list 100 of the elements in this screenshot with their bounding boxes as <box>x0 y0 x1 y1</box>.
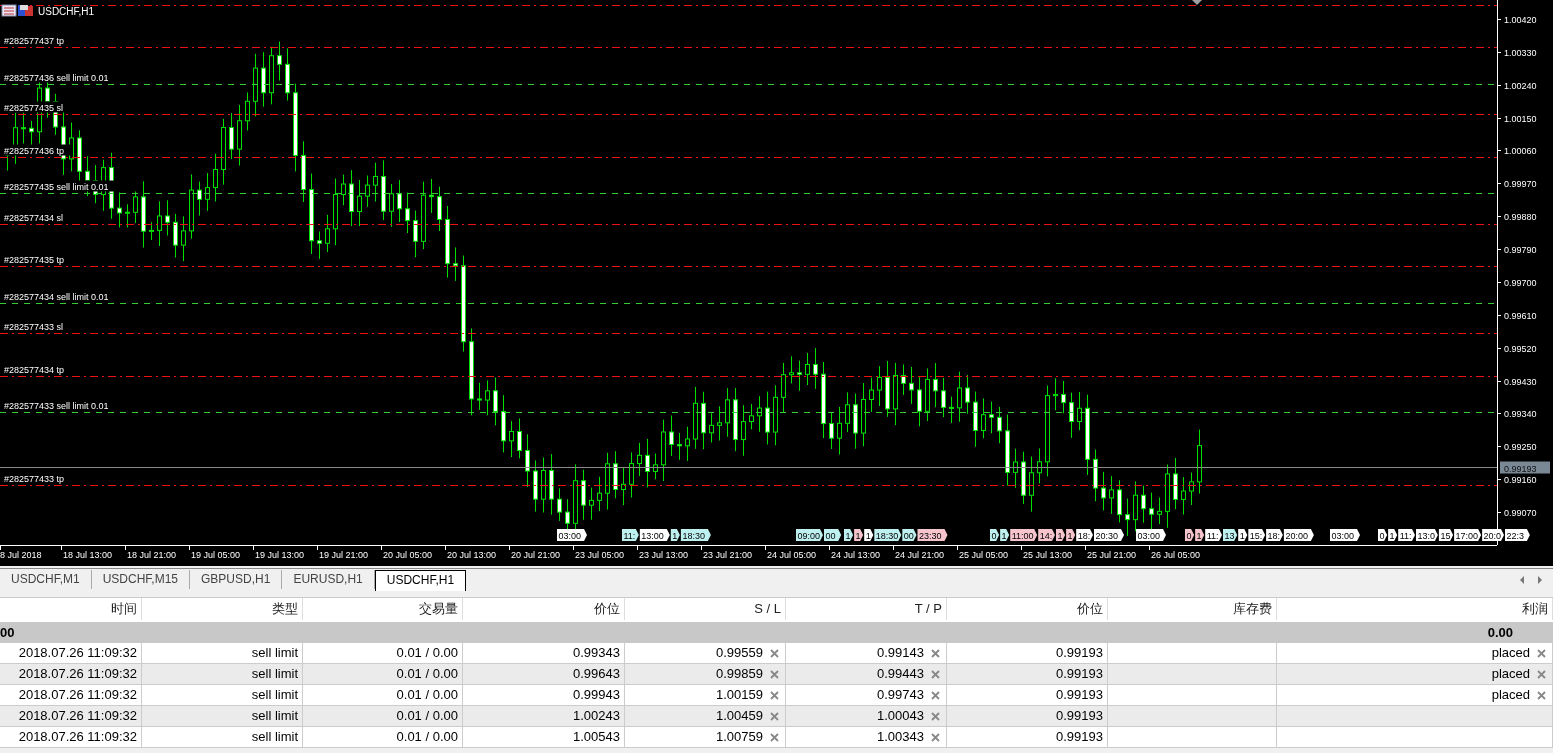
time-label: 8 Jul 2018 <box>0 550 42 560</box>
event-marker[interactable]: 1 <box>1195 529 1205 541</box>
table-cell-text: 0.01 / 0.00 <box>396 665 458 683</box>
remove-icon[interactable] <box>770 711 779 721</box>
event-marker[interactable]: 0 <box>1185 529 1195 541</box>
time-label: 20 Jul 05:00 <box>383 550 433 560</box>
table-cell-text: 2018.07.26 11:09:32 <box>18 728 137 746</box>
remove-icon[interactable] <box>931 690 940 700</box>
event-marker[interactable]: 1 <box>1238 529 1248 541</box>
event-marker[interactable]: 03:00 <box>557 529 587 541</box>
remove-icon[interactable] <box>770 732 779 742</box>
event-marker[interactable]: 11: <box>1205 529 1222 541</box>
event-marker[interactable]: 1 <box>864 529 874 541</box>
event-marker[interactable]: 15: <box>1248 529 1266 541</box>
table-cell-text: 0.99193 <box>1056 686 1103 704</box>
event-marker[interactable]: 03:00 <box>1136 529 1166 541</box>
event-marker[interactable]: 18: <box>1266 529 1283 541</box>
time-label: 20 Jul 13:00 <box>447 550 497 560</box>
event-marker[interactable]: 11: <box>622 529 639 541</box>
list-icon[interactable] <box>1 4 17 17</box>
event-marker[interactable]: 1 <box>1000 529 1010 541</box>
price-label: 1.00420 <box>1504 14 1537 25</box>
time-label: 23 Jul 05:00 <box>575 550 625 560</box>
time-label: 25 Jul 05:00 <box>959 550 1009 560</box>
time-label: 24 Jul 21:00 <box>895 550 945 560</box>
remove-icon[interactable] <box>1537 690 1546 700</box>
chart-shift-icon[interactable] <box>1192 0 1202 5</box>
remove-icon[interactable] <box>931 711 940 721</box>
order-line-label: #282577434 tp <box>4 364 65 375</box>
event-marker[interactable]: 20:00 <box>1283 529 1314 541</box>
table-cell-text: 0.99443 <box>877 665 924 683</box>
price-label: 0.99250 <box>1504 441 1537 452</box>
scroll-right-icon[interactable] <box>1535 575 1545 585</box>
table-cell-text: 2018.07.26 11:09:32 <box>18 644 137 662</box>
remove-icon[interactable] <box>770 669 779 679</box>
remove-icon[interactable] <box>931 732 940 742</box>
time-label: 25 Jul 13:00 <box>1023 550 1073 560</box>
event-marker[interactable]: 22:3 <box>1505 529 1530 541</box>
event-marker[interactable]: 1 <box>854 529 864 541</box>
order-line-label: #282577436 sell limit 0.01 <box>4 72 109 83</box>
event-marker[interactable]: 13:0 <box>1416 529 1438 541</box>
time-label: 18 Jul 13:00 <box>63 550 113 560</box>
time-label: 19 Jul 21:00 <box>319 550 369 560</box>
table-cell-text: 0.99193 <box>1056 728 1103 746</box>
order-line-label: #282577433 tp <box>4 473 65 484</box>
event-marker[interactable]: 1 <box>1066 529 1076 541</box>
event-marker[interactable]: 09:00 <box>796 529 823 541</box>
event-marker[interactable]: 20:0 <box>1482 529 1504 541</box>
table-cell-text: placed <box>1491 644 1530 662</box>
price-label: 0.99520 <box>1504 343 1537 354</box>
table-cell-text: 0.99143 <box>877 644 924 662</box>
table-cell-text: placed <box>1491 665 1530 683</box>
event-marker[interactable]: 18: <box>1076 529 1093 541</box>
event-marker[interactable]: 1 <box>1056 529 1066 541</box>
event-marker[interactable]: 1 <box>670 529 680 541</box>
remove-icon[interactable] <box>770 690 779 700</box>
event-marker[interactable]: 1 <box>1388 529 1398 541</box>
event-marker[interactable]: 03:00 <box>1330 529 1360 541</box>
remove-icon[interactable] <box>770 648 779 658</box>
event-marker[interactable]: 1 <box>844 529 854 541</box>
time-label: 24 Jul 05:00 <box>767 550 817 560</box>
remove-icon[interactable] <box>931 648 940 658</box>
event-marker[interactable]: 0 <box>1378 529 1388 541</box>
time-label: 26 Jul 05:00 <box>1151 550 1201 560</box>
event-marker[interactable]: 00 <box>902 529 917 541</box>
event-marker[interactable]: 15 <box>1438 529 1454 541</box>
event-marker[interactable]: 14: <box>1038 529 1055 541</box>
remove-icon[interactable] <box>1537 669 1546 679</box>
event-marker[interactable]: 17:00 <box>1454 529 1482 541</box>
table-cell-text: 0.99193 <box>1056 644 1103 662</box>
price-label: 0.99160 <box>1504 474 1537 485</box>
event-marker[interactable]: 00 <box>824 529 842 541</box>
table-cell-text: sell limit <box>251 707 298 725</box>
table-cell-text: 0.99743 <box>877 686 924 704</box>
event-marker[interactable]: 20:30 <box>1094 529 1124 541</box>
event-marker[interactable]: 11:00 <box>1010 529 1038 541</box>
price-label: 0.99970 <box>1504 178 1537 189</box>
table-cell-text: 1.00759 <box>716 728 763 746</box>
time-label: 25 Jul 21:00 <box>1087 550 1137 560</box>
event-marker[interactable]: 13 <box>1223 529 1238 541</box>
time-label: 19 Jul 05:00 <box>191 550 241 560</box>
event-marker[interactable]: 0 <box>990 529 1000 541</box>
event-marker[interactable]: 23:30 <box>917 529 948 541</box>
event-marker[interactable]: 11: <box>1398 529 1415 541</box>
table-cell-text: 1.00459 <box>716 707 763 725</box>
event-marker[interactable]: 13:00 <box>639 529 670 541</box>
flag-icon[interactable] <box>18 5 33 16</box>
order-line-label: #282577433 sl <box>4 321 64 332</box>
table-cell-text: 0.99859 <box>716 665 763 683</box>
table-cell-text: 0.01 / 0.00 <box>396 707 458 725</box>
remove-icon[interactable] <box>1537 648 1546 658</box>
table-cell-text: sell limit <box>251 665 298 683</box>
chart-tab[interactable]: USDCHF,H1 <box>374 570 467 591</box>
remove-icon[interactable] <box>931 669 940 679</box>
order-line-label: #282577435 sell limit 0.01 <box>4 181 109 192</box>
table-cell-text: 1.00543 <box>573 728 620 746</box>
event-marker[interactable]: 18:30 <box>874 529 902 541</box>
order-line-label: #282577435 sl <box>4 102 64 113</box>
table-cell-text: 0.01 / 0.00 <box>396 728 458 746</box>
price-label: 0.99430 <box>1504 376 1537 387</box>
